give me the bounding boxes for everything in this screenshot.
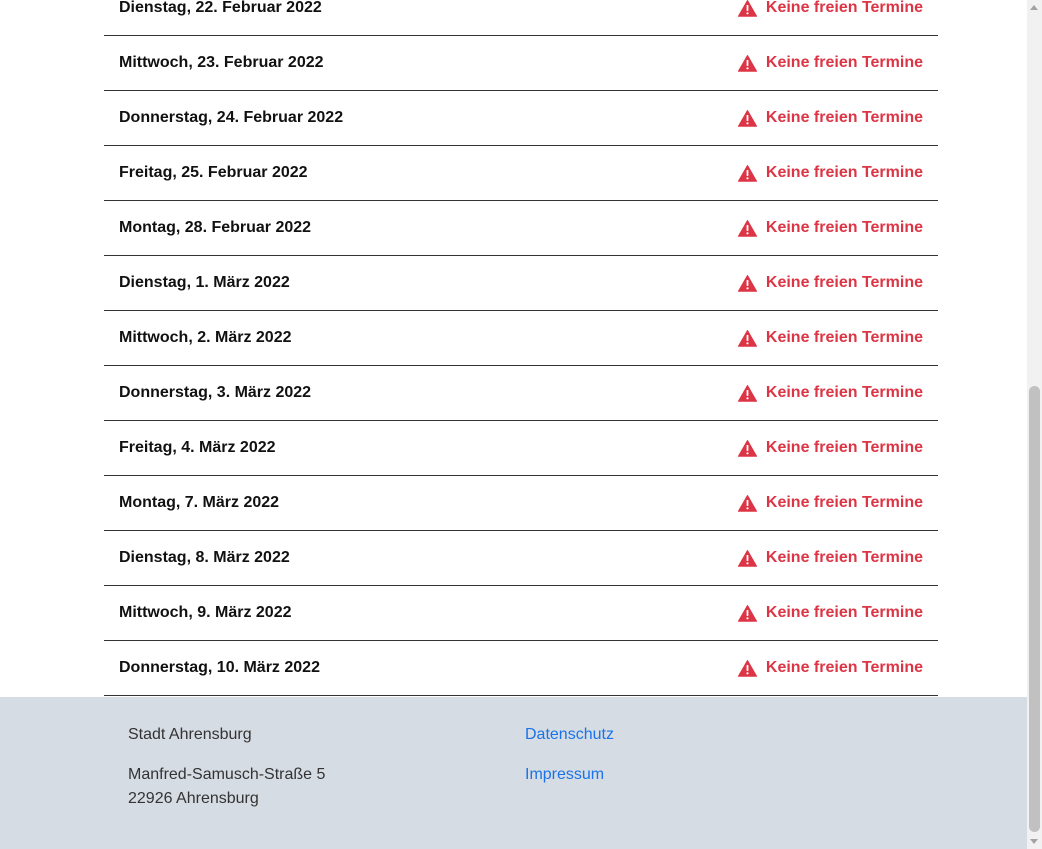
- page: Dienstag, 22. Februar 2022 Keine freien …: [0, 0, 1027, 849]
- day-date: Mittwoch, 23. Februar 2022: [119, 54, 324, 71]
- day-status: Keine freien Termine: [737, 109, 923, 127]
- warning-triangle-icon: [737, 274, 757, 292]
- day-status-label: Keine freien Termine: [765, 604, 923, 621]
- day-row: Mittwoch, 9. März 2022 Keine freien Term…: [104, 586, 938, 641]
- scroll-down-arrow-icon[interactable]: [1030, 839, 1038, 844]
- day-status: Keine freien Termine: [737, 0, 923, 17]
- footer: Stadt Ahrensburg Manfred-Samusch-Straße …: [0, 697, 1027, 849]
- scroll-up-arrow-icon[interactable]: [1030, 5, 1038, 10]
- day-date: Montag, 7. März 2022: [119, 494, 280, 511]
- day-date: Mittwoch, 9. März 2022: [119, 604, 292, 621]
- day-row: Freitag, 25. Februar 2022 Keine freien T…: [104, 146, 938, 201]
- day-status-label: Keine freien Termine: [765, 164, 923, 181]
- day-status-label: Keine freien Termine: [765, 329, 923, 346]
- day-status: Keine freien Termine: [737, 164, 923, 182]
- day-date: Mittwoch, 2. März 2022: [119, 329, 292, 346]
- warning-triangle-icon: [737, 164, 757, 182]
- warning-triangle-icon: [737, 329, 757, 347]
- day-date: Donnerstag, 24. Februar 2022: [119, 109, 344, 126]
- day-date: Donnerstag, 3. März 2022: [119, 384, 312, 401]
- day-status-label: Keine freien Termine: [765, 659, 923, 676]
- day-date: Dienstag, 1. März 2022: [119, 274, 290, 291]
- scrollbar-thumb[interactable]: [1029, 386, 1040, 832]
- day-status: Keine freien Termine: [737, 659, 923, 677]
- day-date: Freitag, 4. März 2022: [119, 439, 276, 456]
- warning-triangle-icon: [737, 494, 757, 512]
- day-status: Keine freien Termine: [737, 494, 923, 512]
- day-row: Donnerstag, 24. Februar 2022 Keine freie…: [104, 91, 938, 146]
- day-status-label: Keine freien Termine: [765, 439, 923, 456]
- day-date: Montag, 28. Februar 2022: [119, 219, 312, 236]
- footer-address: Stadt Ahrensburg Manfred-Samusch-Straße …: [128, 723, 325, 811]
- day-row: Mittwoch, 2. März 2022 Keine freien Term…: [104, 311, 938, 366]
- vertical-scrollbar[interactable]: [1027, 0, 1042, 849]
- footer-city: Stadt Ahrensburg: [128, 726, 252, 743]
- day-status-label: Keine freien Termine: [765, 549, 923, 566]
- day-status-label: Keine freien Termine: [765, 494, 923, 511]
- warning-triangle-icon: [737, 659, 757, 677]
- day-status-label: Keine freien Termine: [765, 0, 923, 16]
- privacy-link[interactable]: Datenschutz: [525, 723, 614, 747]
- appointment-day-list: Dienstag, 22. Februar 2022 Keine freien …: [104, 0, 938, 696]
- day-status: Keine freien Termine: [737, 549, 923, 567]
- day-status: Keine freien Termine: [737, 54, 923, 72]
- day-row: Donnerstag, 3. März 2022 Keine freien Te…: [104, 366, 938, 421]
- footer-street: Manfred-Samusch-Straße 5: [128, 766, 326, 783]
- day-row: Montag, 7. März 2022 Keine freien Termin…: [104, 476, 938, 531]
- day-row: Freitag, 4. März 2022 Keine freien Termi…: [104, 421, 938, 476]
- warning-triangle-icon: [737, 549, 757, 567]
- warning-triangle-icon: [737, 604, 757, 622]
- footer-zip-city: 22926 Ahrensburg: [128, 790, 259, 807]
- warning-triangle-icon: [737, 0, 757, 17]
- warning-triangle-icon: [737, 109, 757, 127]
- day-date: Freitag, 25. Februar 2022: [119, 164, 308, 181]
- day-row: Montag, 28. Februar 2022 Keine freien Te…: [104, 201, 938, 256]
- day-status: Keine freien Termine: [737, 329, 923, 347]
- day-status-label: Keine freien Termine: [765, 384, 923, 401]
- day-row: Dienstag, 8. März 2022 Keine freien Term…: [104, 531, 938, 586]
- day-row: Donnerstag, 10. März 2022 Keine freien T…: [104, 641, 938, 696]
- day-status: Keine freien Termine: [737, 604, 923, 622]
- warning-triangle-icon: [737, 439, 757, 457]
- day-row: Mittwoch, 23. Februar 2022 Keine freien …: [104, 36, 938, 91]
- day-status-label: Keine freien Termine: [765, 274, 923, 291]
- day-status: Keine freien Termine: [737, 219, 923, 237]
- day-date: Dienstag, 22. Februar 2022: [119, 0, 322, 16]
- day-status-label: Keine freien Termine: [765, 109, 923, 126]
- warning-triangle-icon: [737, 54, 757, 72]
- day-status: Keine freien Termine: [737, 384, 923, 402]
- day-status: Keine freien Termine: [737, 439, 923, 457]
- day-date: Donnerstag, 10. März 2022: [119, 659, 320, 676]
- warning-triangle-icon: [737, 219, 757, 237]
- imprint-link[interactable]: Impressum: [525, 763, 614, 787]
- day-status: Keine freien Termine: [737, 274, 923, 292]
- day-date: Dienstag, 8. März 2022: [119, 549, 290, 566]
- day-row: Dienstag, 1. März 2022 Keine freien Term…: [104, 256, 938, 311]
- footer-links: Datenschutz Impressum: [525, 723, 614, 787]
- day-status-label: Keine freien Termine: [765, 219, 923, 236]
- warning-triangle-icon: [737, 384, 757, 402]
- day-status-label: Keine freien Termine: [765, 54, 923, 71]
- day-row: Dienstag, 22. Februar 2022 Keine freien …: [104, 0, 938, 36]
